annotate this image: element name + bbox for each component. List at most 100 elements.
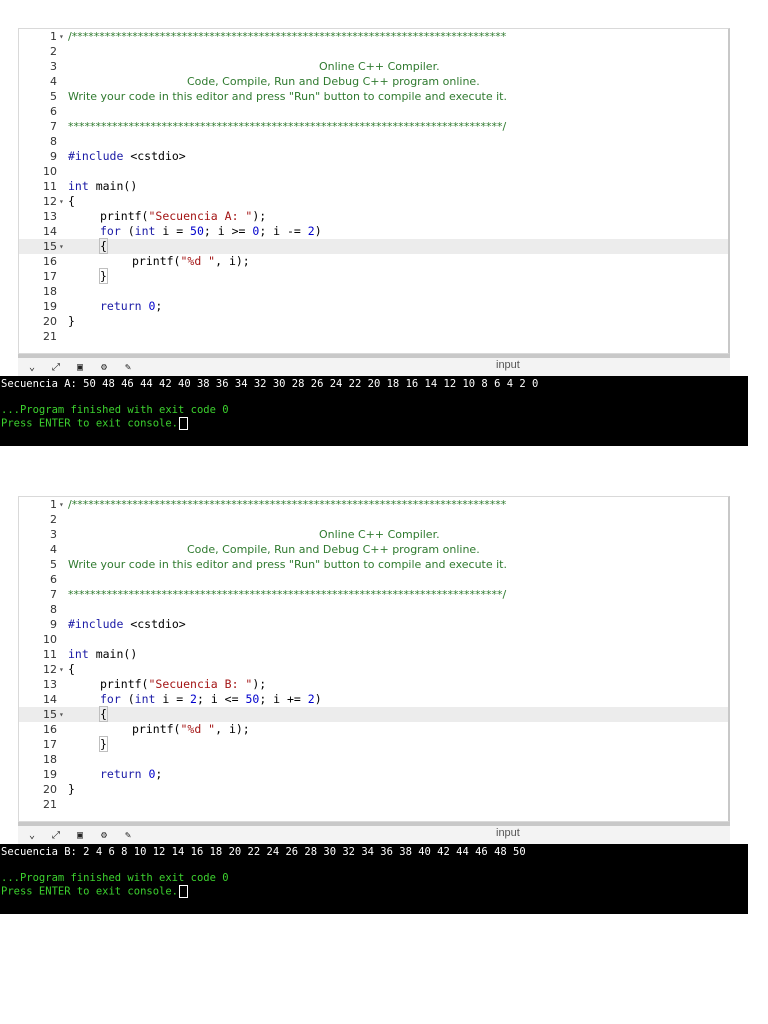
gear-icon[interactable]: ⚙ <box>94 360 114 374</box>
function-name: printf <box>132 722 174 736</box>
line-number: 1 <box>50 30 57 43</box>
comment-text: Code, Compile, Run and Debug C++ program… <box>187 75 480 88</box>
gear-icon[interactable]: ⚙ <box>94 828 114 842</box>
fold-arrow-icon[interactable]: ▾ <box>59 29 67 44</box>
string-literal: "%d " <box>180 254 216 268</box>
brace: } <box>68 314 75 328</box>
line-number: 10 <box>43 633 57 646</box>
string-literal: "Secuencia A: " <box>148 209 253 223</box>
type-keyword: int <box>134 224 156 238</box>
brace: { <box>68 194 75 208</box>
editor-line: 1 ▾/*************************************… <box>19 497 728 512</box>
console-blank <box>0 859 748 872</box>
line-number: 3 <box>50 60 57 73</box>
number-literal: 2 <box>307 692 315 706</box>
console-finished-line: ...Program finished with exit code 0 <box>1 872 229 884</box>
line-number: 13 <box>43 210 57 223</box>
compiler-panel-b: 1 ▾/*************************************… <box>0 496 748 914</box>
comment-text: ****************************************… <box>68 588 507 601</box>
fold-arrow-icon[interactable]: ▾ <box>59 662 67 677</box>
line-number: 10 <box>43 165 57 178</box>
line-number: 18 <box>43 285 57 298</box>
code-fragment: ; i += <box>259 692 308 706</box>
line-number: 17 <box>43 270 57 283</box>
include-keyword: #include <box>68 617 124 631</box>
code-fragment: , i); <box>215 722 250 736</box>
type-keyword: int <box>68 647 89 661</box>
main-signature: main() <box>88 647 138 661</box>
input-tab-label[interactable]: input <box>496 359 520 371</box>
console-output[interactable]: Secuencia B: 2 4 6 8 10 12 14 16 18 20 2… <box>0 844 748 914</box>
return-keyword: return <box>100 767 142 781</box>
chevron-down-icon[interactable]: ⌄ <box>22 828 42 842</box>
function-name: printf <box>100 677 142 691</box>
number-literal: 0 <box>148 767 156 781</box>
line-number: 14 <box>43 693 57 706</box>
fold-arrow-icon[interactable]: ▾ <box>59 497 67 512</box>
code-editor[interactable]: 1 ▾/*************************************… <box>18 28 730 354</box>
code-editor[interactable]: 1 ▾/*************************************… <box>18 496 730 822</box>
clear-icon[interactable]: ✎ <box>118 828 138 842</box>
line-number: 21 <box>43 798 57 811</box>
code-fragment: ; i >= <box>203 224 253 238</box>
include-library: <cstdio> <box>130 617 186 631</box>
fold-arrow-icon[interactable]: ▾ <box>59 194 67 209</box>
console-press-line: Press ENTER to exit console. <box>0 417 748 431</box>
line-number: 14 <box>43 225 57 238</box>
string-literal: "%d " <box>180 722 216 736</box>
comment-text: Online C++ Compiler. <box>319 528 440 541</box>
number-literal: 0 <box>148 299 156 313</box>
function-name: printf <box>100 209 142 223</box>
console-cursor <box>179 417 189 430</box>
line-number: 12 <box>43 195 57 208</box>
comment-text: Online C++ Compiler. <box>319 60 440 73</box>
compiler-panel-a: 1 ▾/*************************************… <box>0 28 748 446</box>
string-literal: "Secuencia B: " <box>148 677 253 691</box>
console-press-line: Press ENTER to exit console. <box>0 885 748 899</box>
line-number: 6 <box>50 573 57 586</box>
line-number: 9 <box>50 150 57 163</box>
comment-text: /***************************************… <box>68 30 507 43</box>
editor-line: 1 ▾/*************************************… <box>19 29 728 44</box>
line-number: 11 <box>43 180 57 193</box>
comment-text: Code, Compile, Run and Debug C++ program… <box>187 543 480 556</box>
clear-icon[interactable]: ✎ <box>118 360 138 374</box>
type-keyword: int <box>134 692 156 706</box>
line-number: 1 <box>50 498 57 511</box>
fold-arrow-icon[interactable]: ▾ <box>59 707 67 722</box>
line-number: 5 <box>50 90 57 103</box>
console-blank <box>0 391 748 404</box>
line-number: 16 <box>43 255 57 268</box>
function-name: printf <box>132 254 174 268</box>
expand-icon[interactable]: ⤢ <box>46 360 66 374</box>
console-finished-line: ...Program finished with exit code 0 <box>1 404 229 416</box>
code-fragment: i = <box>155 692 191 706</box>
copy-icon[interactable]: ▣ <box>70 360 90 374</box>
for-keyword: for <box>100 692 121 706</box>
input-tab-label[interactable]: input <box>496 827 520 839</box>
line-number: 5 <box>50 558 57 571</box>
type-keyword: int <box>68 179 89 193</box>
include-keyword: #include <box>68 149 124 163</box>
console-toolbar: ⌄ ⤢ ▣ ⚙ ✎ input <box>18 354 730 376</box>
line-number: 13 <box>43 678 57 691</box>
line-number: 4 <box>50 543 57 556</box>
line-number: 9 <box>50 618 57 631</box>
number-literal: 2 <box>307 224 315 238</box>
line-number: 16 <box>43 723 57 736</box>
copy-icon[interactable]: ▣ <box>70 828 90 842</box>
include-library: <cstdio> <box>130 149 186 163</box>
return-keyword: return <box>100 299 142 313</box>
main-signature: main() <box>88 179 138 193</box>
brace: } <box>68 782 75 796</box>
expand-icon[interactable]: ⤢ <box>46 828 66 842</box>
press-enter-text: Press ENTER to exit console. <box>1 417 179 430</box>
comment-text: Write your code in this editor and press… <box>68 90 507 103</box>
console-output[interactable]: Secuencia A: 50 48 46 44 42 40 38 36 34 … <box>0 376 748 446</box>
console-toolbar: ⌄ ⤢ ▣ ⚙ ✎ input <box>18 822 730 844</box>
chevron-down-icon[interactable]: ⌄ <box>22 360 42 374</box>
line-number: 2 <box>50 513 57 526</box>
fold-arrow-icon[interactable]: ▾ <box>59 239 67 254</box>
code-fragment: ; i <= <box>196 692 246 706</box>
line-number: 8 <box>50 603 57 616</box>
